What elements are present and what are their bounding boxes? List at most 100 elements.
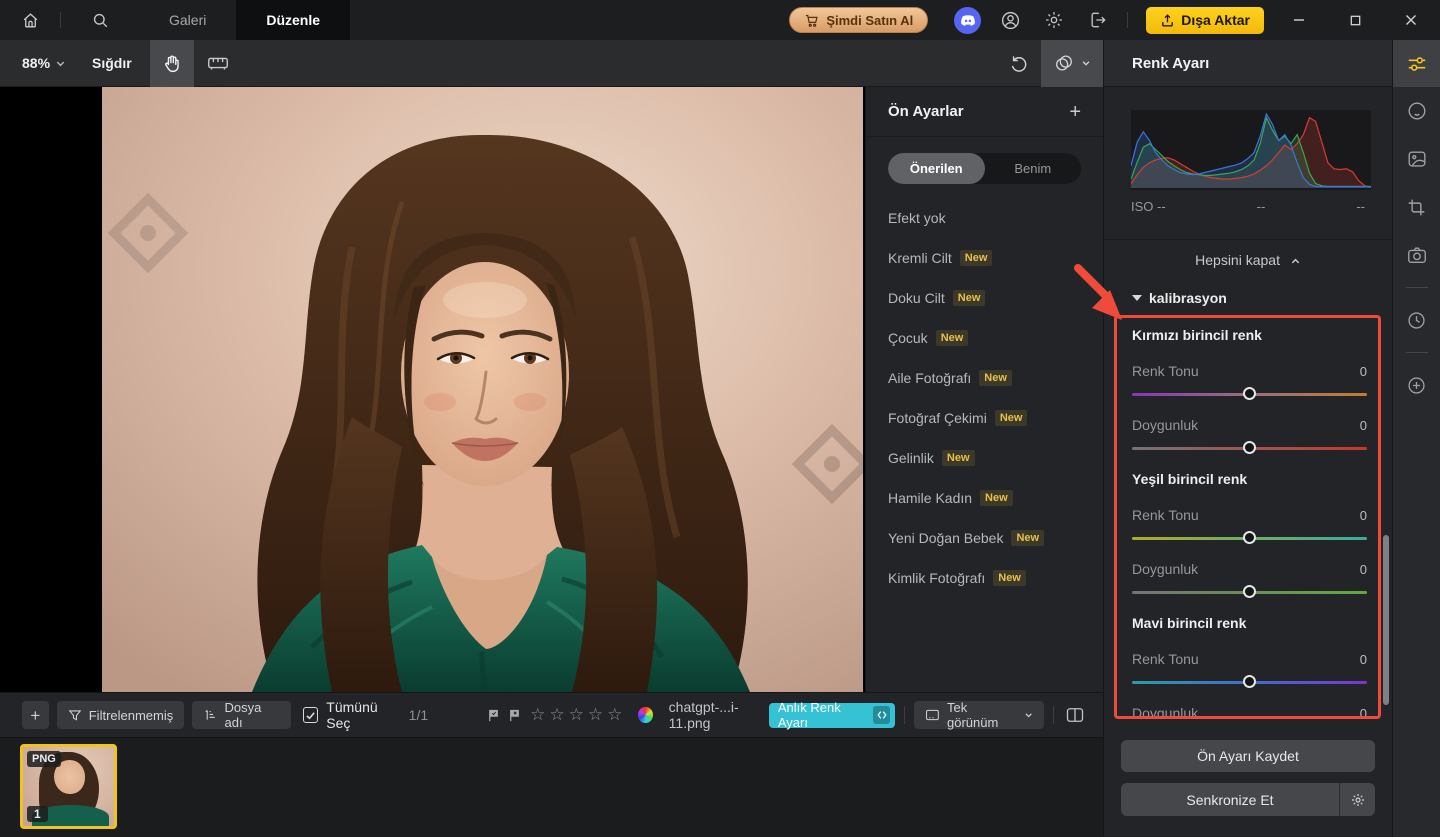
new-badge: New — [979, 370, 1012, 386]
flag-reject-icon[interactable] — [507, 708, 522, 723]
new-badge: New — [1011, 530, 1045, 546]
triangle-down-icon — [1132, 295, 1142, 301]
face-icon — [1408, 102, 1425, 120]
slider-knob[interactable] — [1242, 441, 1256, 454]
hand-tool-button[interactable] — [149, 39, 194, 87]
instant-color-button[interactable]: Anlık Renk Ayarı — [768, 700, 896, 730]
canvas-area[interactable] — [0, 87, 865, 692]
portrait-tool-button[interactable] — [1393, 87, 1440, 135]
preset-item[interactable]: Kimlik Fotoğrafı New — [888, 558, 1081, 598]
fit-button[interactable]: Sığdır — [92, 55, 132, 71]
photo-portrait[interactable] — [102, 87, 863, 692]
preset-item[interactable]: Kremli Cilt New — [888, 238, 1081, 278]
preset-item[interactable]: Doku Cilt New — [888, 278, 1081, 318]
slider-group-title: Kırmızı birincil renk — [1132, 327, 1262, 343]
select-all-checkbox[interactable] — [303, 707, 319, 723]
preset-item[interactable]: Aile Fotoğrafı New — [888, 358, 1081, 398]
select-all-control[interactable]: Tümünü Seç 1/1 — [303, 699, 428, 731]
thumbnail-selected[interactable]: PNG 1 — [20, 744, 117, 829]
tab-mine[interactable]: Benim — [985, 153, 1082, 184]
tab-recommended[interactable]: Önerilen — [888, 153, 985, 184]
preset-item[interactable]: Hamile Kadın New — [888, 478, 1081, 518]
camera-icon — [1407, 247, 1426, 264]
slider-label: Doygunluk — [1132, 417, 1199, 433]
discord-icon[interactable] — [954, 6, 982, 34]
add-preset-button[interactable]: + — [1069, 102, 1081, 122]
filter-button[interactable]: Filtrelenmemiş — [56, 701, 185, 729]
sort-button[interactable]: Dosya adı — [192, 700, 292, 730]
zoom-level-control[interactable]: 88% — [22, 55, 66, 71]
sync-button[interactable]: Senkronize Et — [1121, 783, 1339, 816]
background-tool-button[interactable] — [1393, 135, 1440, 183]
slider-track[interactable] — [1132, 441, 1367, 455]
chevron-down-icon — [1082, 61, 1090, 66]
slider-track[interactable] — [1132, 585, 1367, 599]
save-preset-button[interactable]: Ön Ayarı Kaydet — [1121, 740, 1375, 772]
add-panel-button[interactable] — [1393, 361, 1440, 409]
new-badge: New — [994, 410, 1028, 426]
slider-label: Renk Tonu — [1132, 507, 1199, 523]
slider-label: Renk Tonu — [1132, 651, 1199, 667]
ruler-tool-button[interactable] — [196, 40, 240, 87]
right-tool-rail — [1392, 40, 1440, 837]
photo-count: 1/1 — [408, 707, 429, 723]
buy-now-button[interactable]: Şimdi Satın Al — [789, 7, 929, 33]
preset-label: Efekt yok — [888, 210, 946, 226]
iso-value: ISO -- — [1131, 199, 1166, 214]
star-rating[interactable]: ☆☆☆☆☆ — [530, 705, 626, 725]
preset-item[interactable]: Gelinlik New — [888, 438, 1081, 478]
presets-tabs: Önerilen Benim — [888, 153, 1081, 184]
color-panel-title: Renk Ayarı — [1104, 40, 1392, 87]
tab-edit[interactable]: Düzenle — [236, 0, 351, 40]
sync-settings-button[interactable] — [1339, 783, 1375, 816]
sync-button-group: Senkronize Et — [1121, 783, 1375, 816]
export-upload-icon — [1160, 13, 1175, 28]
adjustments-tool-button[interactable] — [1393, 40, 1440, 87]
panel-scrollbar[interactable] — [1383, 535, 1389, 705]
slider-label: Renk Tonu — [1132, 363, 1199, 379]
slider-knob[interactable] — [1242, 585, 1256, 598]
export-button[interactable]: Dışa Aktar — [1146, 6, 1264, 34]
flag-pick-icon[interactable] — [486, 708, 501, 723]
slider-knob[interactable] — [1242, 531, 1256, 544]
history-tool-button[interactable] — [1393, 296, 1440, 344]
preset-label: Aile Fotoğrafı — [888, 370, 972, 386]
calibration-section-header[interactable]: kalibrasyon — [1132, 290, 1227, 306]
slider-track[interactable] — [1132, 387, 1367, 401]
preset-item[interactable]: Fotoğraf Çekimi New — [888, 398, 1081, 438]
crop-tool-button[interactable] — [1393, 183, 1440, 231]
presets-list: Efekt yok Kremli Cilt New Doku Cilt New Çocuk… — [866, 190, 1103, 598]
slider-track[interactable] — [1132, 531, 1367, 545]
color-label-wheel[interactable] — [638, 707, 653, 723]
split-view-button[interactable] — [1065, 706, 1085, 724]
undo-button[interactable] — [997, 53, 1041, 73]
view-mode-button[interactable]: Tek görünüm — [914, 700, 1045, 730]
camera-tool-button[interactable] — [1393, 231, 1440, 279]
minimize-button[interactable] — [1278, 13, 1320, 27]
export-label: Dışa Aktar — [1181, 12, 1250, 28]
ai-brackets-icon — [873, 706, 891, 724]
compare-button[interactable] — [1041, 39, 1103, 87]
slider-knob[interactable] — [1242, 675, 1256, 688]
gear-icon — [1351, 793, 1364, 806]
slider-knob[interactable] — [1242, 387, 1256, 400]
collapse-all-button[interactable]: Hepsini kapat — [1104, 252, 1392, 268]
maximize-button[interactable] — [1334, 14, 1376, 27]
search-icon[interactable] — [61, 11, 139, 30]
select-all-label: Tümünü Seç — [326, 699, 378, 731]
settings-gear-icon[interactable] — [1039, 10, 1069, 30]
account-icon[interactable] — [995, 10, 1025, 31]
tab-gallery[interactable]: Galeri — [139, 0, 236, 40]
close-button[interactable] — [1390, 13, 1432, 27]
preset-label: Kimlik Fotoğrafı — [888, 570, 986, 586]
slider-track[interactable] — [1132, 675, 1367, 689]
preset-item[interactable]: Çocuk New — [888, 318, 1081, 358]
home-icon[interactable] — [0, 11, 60, 30]
preset-item[interactable]: Efekt yok — [888, 198, 1081, 238]
add-photo-button[interactable]: + — [22, 701, 49, 729]
buy-now-label: Şimdi Satın Al — [826, 12, 914, 28]
new-badge: New — [980, 490, 1013, 506]
preset-item[interactable]: Yeni Doğan Bebek New — [888, 518, 1081, 558]
slider-group: Mavi birincil renk Renk Tonu 0 Doygunluk 0 — [1132, 615, 1367, 719]
logout-icon[interactable] — [1083, 10, 1113, 30]
